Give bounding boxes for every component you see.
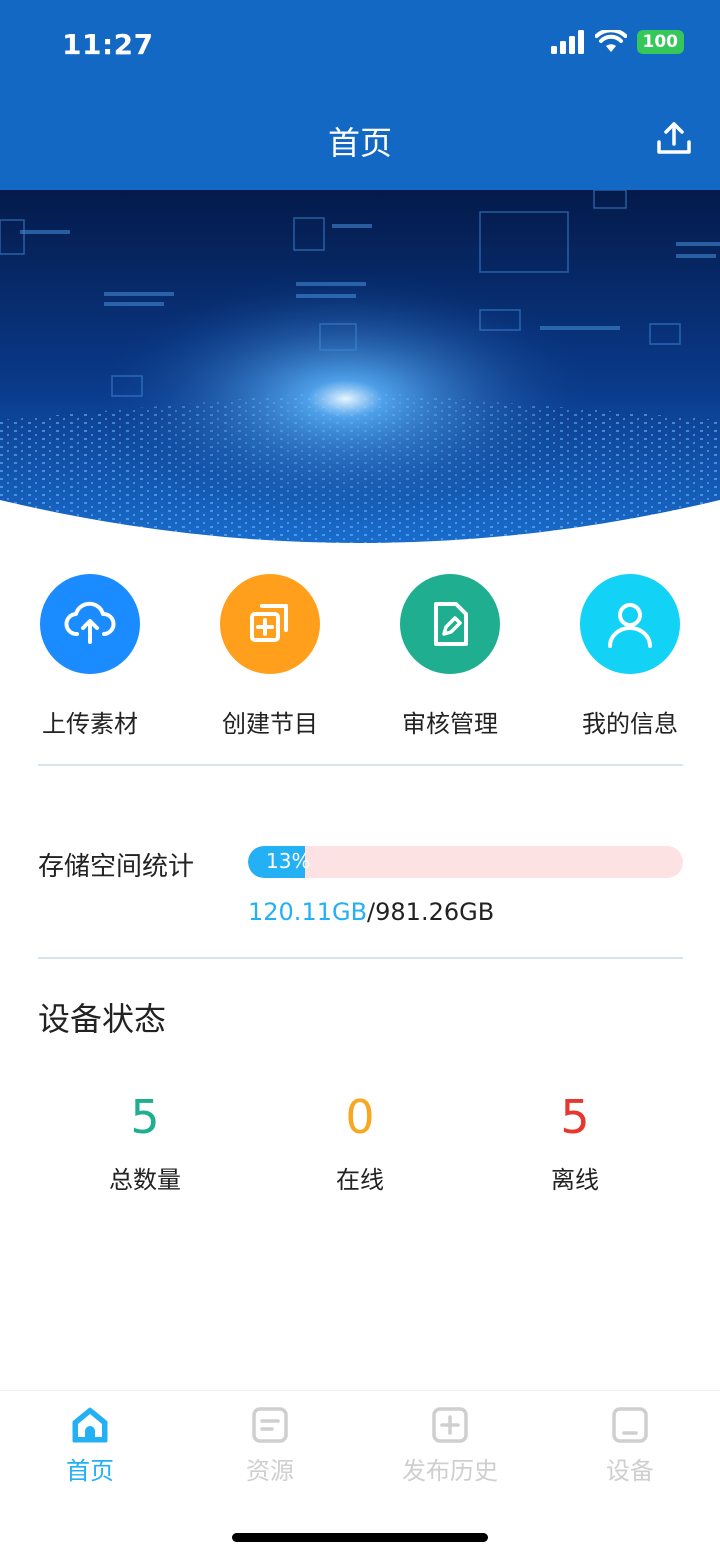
resource-icon [252, 1407, 288, 1443]
action-label: 上传素材 [42, 710, 138, 738]
signal-icon [550, 30, 584, 54]
stat-offline: 5 离线 [475, 1090, 675, 1195]
top-bar: 11:27 100 首页 [0, 0, 720, 190]
stat-value: 5 [130, 1090, 160, 1144]
tab-label: 资源 [246, 1457, 294, 1485]
tab-label: 首页 [66, 1457, 114, 1485]
battery-indicator: 100 [636, 30, 684, 54]
stat-total: 5 总数量 [45, 1090, 245, 1195]
cloud-upload-icon[interactable] [40, 574, 140, 674]
page-title: 首页 [327, 124, 392, 162]
home-indicator [232, 1533, 488, 1542]
quick-actions: 上传素材 创建节目 审核管理 我的信息 [0, 574, 720, 738]
action-label: 审核管理 [402, 710, 498, 738]
stat-caption: 在线 [336, 1166, 384, 1194]
action-label: 我的信息 [582, 710, 678, 738]
tab-home[interactable]: 首页 [0, 1405, 180, 1486]
action-my-info[interactable]: 我的信息 [550, 574, 710, 739]
device-status-title: 设备状态 [38, 1000, 167, 1038]
tab-label: 发布历史 [402, 1457, 498, 1485]
create-program-icon[interactable] [220, 574, 320, 674]
action-upload-material[interactable]: 上传素材 [10, 574, 170, 739]
storage-total: 981.26GB [375, 898, 495, 926]
tab-resources[interactable]: 资源 [180, 1405, 360, 1486]
stat-value: 5 [560, 1090, 590, 1144]
tab-publish-history[interactable]: 发布历史 [360, 1405, 540, 1486]
divider [38, 957, 683, 959]
wifi-icon [594, 30, 627, 52]
storage-amount: 120.11GB/981.26GB [248, 898, 494, 926]
stat-caption: 总数量 [109, 1166, 181, 1194]
action-review-management[interactable]: 审核管理 [370, 574, 530, 739]
user-icon[interactable] [580, 574, 680, 674]
storage-used: 120.11GB [248, 898, 368, 926]
tab-label: 设备 [606, 1457, 654, 1485]
storage-progress-bar: 13% [248, 846, 683, 878]
storage-label: 存储空间统计 [38, 852, 195, 882]
status-time: 11:27 [62, 28, 154, 61]
document-edit-icon[interactable] [400, 574, 500, 674]
upload-icon[interactable] [654, 118, 694, 158]
tech-banner-image [0, 190, 720, 550]
publish-history-icon [432, 1407, 468, 1443]
stat-online: 0 在线 [260, 1090, 460, 1195]
hero-banner [0, 190, 720, 550]
action-create-program[interactable]: 创建节目 [190, 574, 350, 739]
action-label: 创建节目 [222, 710, 318, 738]
device-icon [612, 1407, 648, 1443]
stat-value: 0 [345, 1090, 375, 1144]
storage-separator: / [367, 898, 376, 926]
divider [38, 764, 683, 766]
storage-percent: 13% [266, 849, 311, 873]
stat-caption: 离线 [551, 1166, 599, 1194]
status-icons: 100 [550, 30, 684, 54]
tab-devices[interactable]: 设备 [540, 1405, 720, 1486]
home-icon [72, 1407, 108, 1443]
